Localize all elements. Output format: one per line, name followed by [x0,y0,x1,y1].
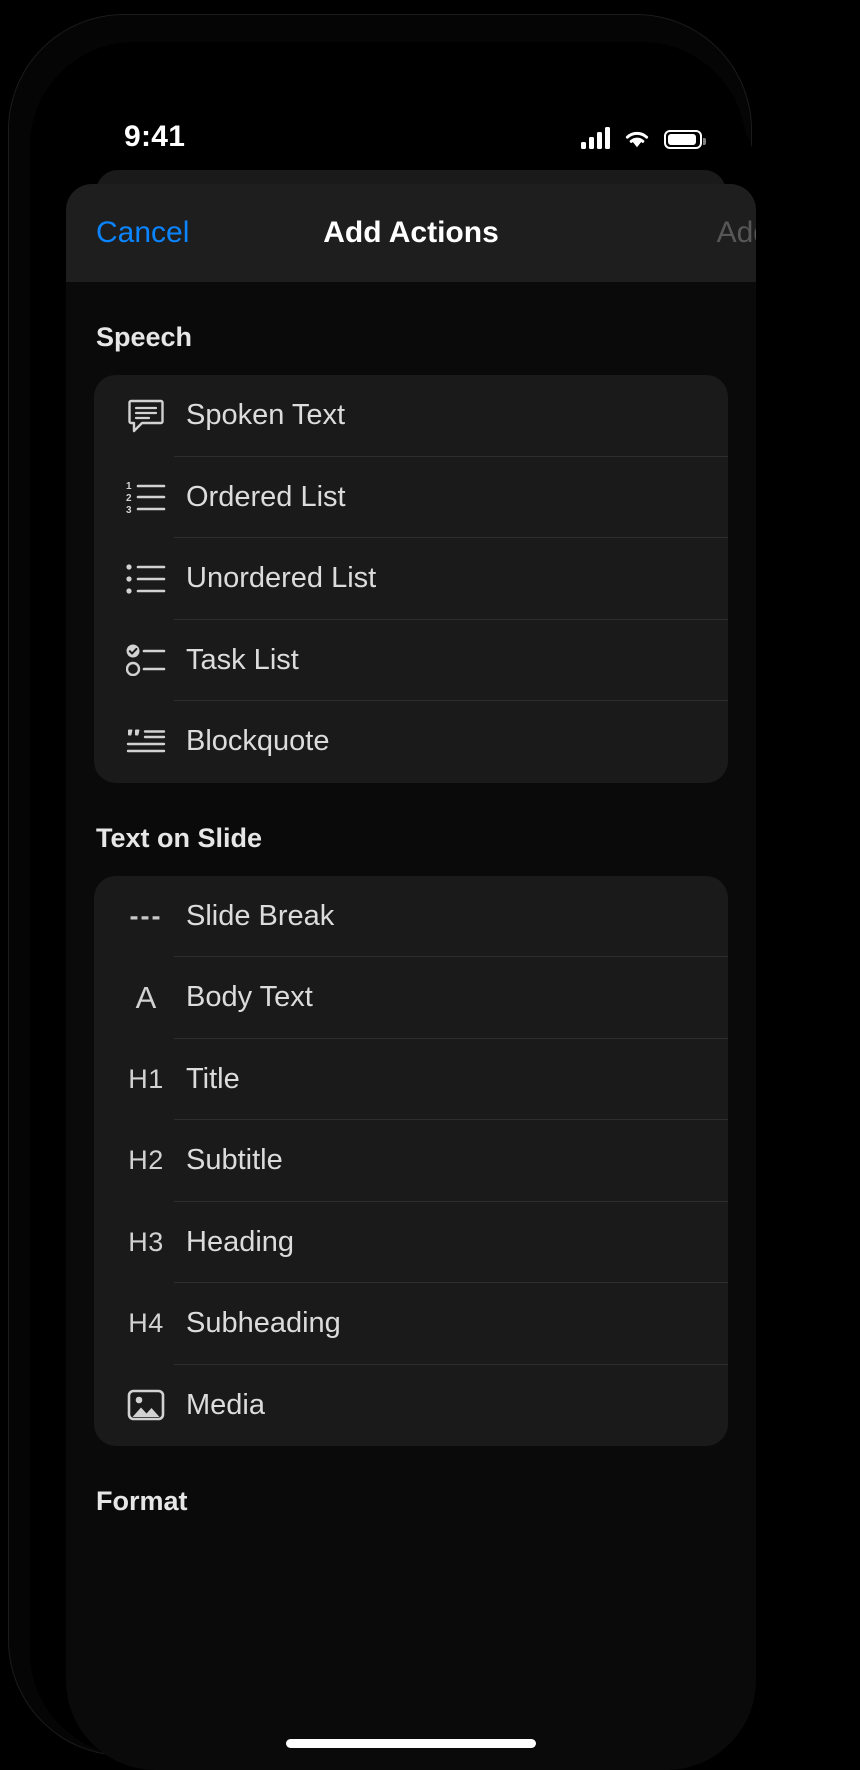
list-item-task-list[interactable]: Task List [94,620,728,701]
cellular-signal-icon [581,127,610,149]
unordered-list-icon [118,563,174,595]
device-bezel: 9:41 Cancel Add Actions Ad Speech Spoken… [30,42,756,1770]
heading-4-glyph: H4 [128,1308,164,1339]
list-item-slide-break[interactable]: --- Slide Break [94,876,728,957]
text-on-slide-action-group: --- Slide Break A Body Text H1 Title H2 … [94,875,728,1447]
list-item-label: Task List [186,643,299,676]
letter-a-icon: A [118,980,174,1016]
heading-3-glyph: H3 [128,1226,164,1257]
status-bar-time: 9:41 [124,120,186,153]
section-header-format: Format [96,1486,188,1516]
list-item-label: Body Text [186,981,313,1014]
dashes-glyph: --- [129,900,163,931]
add-button[interactable]: Add [717,216,756,250]
list-item-label: Subheading [186,1307,341,1340]
svg-text:1: 1 [126,481,132,492]
list-item-heading[interactable]: H3 Heading [94,1202,728,1283]
heading-1-glyph: H1 [128,1063,164,1094]
list-item-media[interactable]: Media [94,1365,728,1447]
speech-bubble-icon [118,398,174,434]
blockquote-icon [118,726,174,758]
task-list-icon [118,644,174,677]
list-item-ordered-list[interactable]: 1 2 3 Ordered List [94,457,728,538]
photo-icon [118,1388,174,1422]
section-header-speech: Speech [96,322,193,352]
ordered-list-icon: 1 2 3 [118,480,174,514]
list-item-blockquote[interactable]: Blockquote [94,701,728,783]
list-item-label: Unordered List [186,562,377,595]
status-bar-icons [581,115,706,149]
dashes-icon: --- [118,901,174,932]
svg-text:2: 2 [126,493,132,504]
heading-2-glyph: H2 [128,1145,164,1176]
battery-icon [664,130,706,149]
list-item-spoken-text[interactable]: Spoken Text [94,375,728,457]
screenshot-root: 9:41 Cancel Add Actions Ad Speech Spoken… [0,0,860,1770]
letter-a-glyph: A [135,979,157,1015]
actions-scroll-area[interactable]: Speech Spoken Text 1 2 3 Ordered List Un… [66,282,756,1770]
list-item-unordered-list[interactable]: Unordered List [94,538,728,620]
list-item-label: Heading [186,1225,295,1258]
list-item-label: Spoken Text [186,399,346,432]
list-item-label: Slide Break [186,899,335,932]
svg-text:3: 3 [126,505,132,514]
heading-1-icon: H1 [118,1064,174,1095]
phone-screen: 9:41 Cancel Add Actions Ad Speech Spoken… [66,84,756,1770]
list-item-label: Blockquote [186,725,330,758]
list-item-subheading[interactable]: H4 Subheading [94,1283,728,1365]
add-actions-modal: Cancel Add Actions Add Speech [66,184,756,1770]
section-header-text-on-slide: Text on Slide [96,822,263,853]
list-item-label: Media [186,1388,265,1421]
cancel-button[interactable]: Cancel [96,216,189,250]
home-indicator[interactable] [286,1739,536,1748]
iphone-device-frame: 9:41 Cancel Add Actions Ad Speech Spoken… [8,14,756,1770]
list-item-label: Subtitle [186,1144,283,1177]
speech-action-group: Spoken Text 1 2 3 Ordered List Unordered… [94,375,728,783]
list-item-title[interactable]: H1 Title [94,1039,728,1120]
modal-nav-bar: Cancel Add Actions Add [66,184,756,282]
wifi-icon [625,131,649,148]
status-bar: 9:41 [66,84,756,180]
list-item-body-text[interactable]: A Body Text [94,957,728,1039]
heading-3-icon: H3 [118,1227,174,1258]
heading-4-icon: H4 [118,1308,174,1339]
list-item-label: Title [186,1062,240,1095]
heading-2-icon: H2 [118,1145,174,1176]
list-item-label: Ordered List [186,480,346,513]
list-item-subtitle[interactable]: H2 Subtitle [94,1120,728,1202]
